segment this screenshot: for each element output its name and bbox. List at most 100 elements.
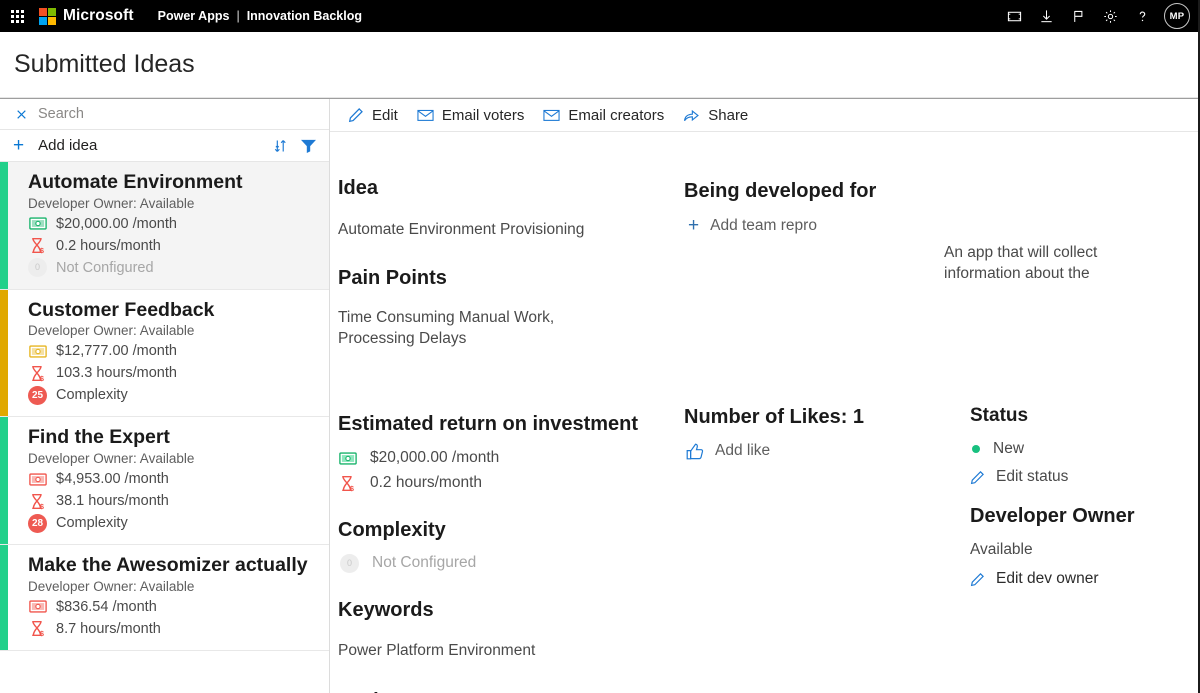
suite-bar: Microsoft Power Apps | Innovation Backlo… xyxy=(0,0,1198,32)
idea-card[interactable]: Customer FeedbackDeveloper Owner: Availa… xyxy=(0,290,329,418)
fit-to-screen-icon[interactable] xyxy=(998,0,1030,32)
add-team-repro-label: Add team repro xyxy=(710,217,817,235)
search-input[interactable]: Search xyxy=(38,106,84,122)
idea-card[interactable]: Find the ExpertDeveloper Owner: Availabl… xyxy=(0,417,329,545)
email-creators-button[interactable]: Email creators xyxy=(537,99,677,132)
card-status-bar xyxy=(0,162,8,289)
card-hours-value: 38.1 hours/month xyxy=(56,490,169,512)
command-bar: Edit Email voters xyxy=(330,99,1198,132)
card-complexity-row: 25Complexity xyxy=(28,384,319,406)
card-body: Make the Awesomizer actuallyDeveloper Ow… xyxy=(8,545,329,650)
breadcrumb-separator: | xyxy=(236,9,239,23)
app-launcher-waffle-icon[interactable] xyxy=(0,0,34,32)
card-cost-value: $12,777.00 /month xyxy=(56,340,177,362)
card-hours-row: $38.1 hours/month xyxy=(28,490,319,512)
detail-column-right: An app that will collect information abo… xyxy=(944,132,1194,588)
likes-heading: Number of Likes: 1 xyxy=(684,405,944,429)
roi-cost-row: $20,000.00 /month xyxy=(338,446,678,471)
pain-points-heading: Pain Points xyxy=(338,266,678,290)
roi-heading: Estimated return on investment xyxy=(338,412,678,436)
card-owner: Developer Owner: Available xyxy=(28,323,319,338)
edit-dev-owner-label: Edit dev owner xyxy=(996,570,1099,588)
money-icon xyxy=(338,450,357,467)
pencil-icon xyxy=(970,572,985,587)
hourglass-money-icon: $ xyxy=(28,365,47,382)
edit-button[interactable]: Edit xyxy=(342,99,411,132)
money-icon xyxy=(28,343,47,360)
developed-for-heading: Being developed for xyxy=(684,179,944,203)
idea-value: Automate Environment Provisioning xyxy=(338,220,678,241)
hourglass-money-icon: $ xyxy=(28,237,47,254)
card-hours-value: 0.2 hours/month xyxy=(56,235,161,257)
card-status-bar xyxy=(0,545,8,650)
status-value: New xyxy=(993,440,1024,458)
card-cost-row: $20,000.00 /month xyxy=(28,213,319,235)
search-box[interactable]: Search xyxy=(0,99,329,130)
card-title: Find the Expert xyxy=(28,426,319,449)
share-button[interactable]: Share xyxy=(677,99,761,132)
idea-card[interactable]: Automate Environment Developer Owner: Ava… xyxy=(0,162,329,290)
card-cost-row: $4,953.00 /month xyxy=(28,468,319,490)
complexity-label: Not Configured xyxy=(56,257,154,279)
add-like-label: Add like xyxy=(715,442,770,460)
envelope-icon xyxy=(543,108,560,122)
edit-dev-owner-button[interactable]: Edit dev owner xyxy=(970,570,1194,588)
add-like-button[interactable]: Add like xyxy=(686,442,944,460)
suite-bar-actions: MP xyxy=(998,0,1198,32)
card-cost-value: $20,000.00 /month xyxy=(56,213,177,235)
card-status-bar xyxy=(0,417,8,544)
roi-cost-value: $20,000.00 /month xyxy=(370,446,499,471)
close-icon[interactable] xyxy=(15,108,28,121)
list-tools xyxy=(273,138,317,154)
complexity-label: Complexity xyxy=(56,512,128,534)
ideas-gallery[interactable]: Automate Environment Developer Owner: Ava… xyxy=(0,162,329,693)
detail-column-middle: Being developed for + Add team repro Num… xyxy=(684,132,944,460)
app-window: Microsoft Power Apps | Innovation Backlo… xyxy=(0,0,1200,693)
card-owner: Developer Owner: Available xyxy=(28,579,319,594)
download-icon[interactable] xyxy=(1030,0,1062,32)
status-dot-wrap xyxy=(970,445,981,453)
hourglass-money-icon: $ xyxy=(28,620,47,637)
plus-icon[interactable]: + xyxy=(13,136,24,155)
card-hours-row: $103.3 hours/month xyxy=(28,362,319,384)
sort-icon[interactable] xyxy=(273,138,288,154)
flag-icon[interactable] xyxy=(1062,0,1094,32)
page-header: Submitted Ideas xyxy=(0,32,1198,98)
card-owner: Developer Owner: Available xyxy=(28,196,319,211)
ideas-list-pane: Search + Add idea xyxy=(0,99,330,693)
card-cost-row: $836.54 /month xyxy=(28,596,319,618)
pencil-icon xyxy=(348,107,364,123)
money-icon xyxy=(28,471,47,488)
gear-icon[interactable] xyxy=(1094,0,1126,32)
app-name-label[interactable]: Power Apps xyxy=(158,9,230,23)
svg-text:$: $ xyxy=(40,374,45,382)
hourglass-money-icon: $ xyxy=(28,493,47,510)
environment-name-label[interactable]: Innovation Backlog xyxy=(247,9,362,23)
complexity-badge: 0 xyxy=(340,554,359,573)
card-hours-value: 103.3 hours/month xyxy=(56,362,177,384)
money-icon xyxy=(28,215,47,232)
add-team-repro-button[interactable]: + Add team repro xyxy=(688,216,944,235)
card-status-bar xyxy=(0,290,8,417)
help-icon[interactable] xyxy=(1126,0,1158,32)
status-heading: Status xyxy=(970,405,1194,428)
pain-points-value: Time Consuming Manual Work, Processing D… xyxy=(338,308,588,350)
edit-status-button[interactable]: Edit status xyxy=(970,468,1194,486)
microsoft-wordmark: Microsoft xyxy=(63,7,134,25)
card-cost-value: $836.54 /month xyxy=(56,596,157,618)
svg-text:$: $ xyxy=(40,246,45,254)
card-complexity-row: 0 Not Configured xyxy=(28,257,319,279)
add-idea-button[interactable]: Add idea xyxy=(38,137,97,154)
idea-card[interactable]: Make the Awesomizer actuallyDeveloper Ow… xyxy=(0,545,329,651)
roi-hours-row: $ 0.2 hours/month xyxy=(338,471,678,496)
card-hours-row: $8.7 hours/month xyxy=(28,618,319,640)
tools-heading: Tools xyxy=(338,689,678,693)
filter-icon[interactable] xyxy=(300,138,317,153)
card-hours-value: 8.7 hours/month xyxy=(56,618,161,640)
microsoft-logo[interactable]: Microsoft xyxy=(39,7,134,25)
avatar[interactable]: MP xyxy=(1164,3,1190,29)
complexity-badge: 0 xyxy=(28,258,47,277)
page-title: Submitted Ideas xyxy=(14,50,195,79)
email-voters-button[interactable]: Email voters xyxy=(411,99,538,132)
card-title: Automate Environment xyxy=(28,171,319,194)
